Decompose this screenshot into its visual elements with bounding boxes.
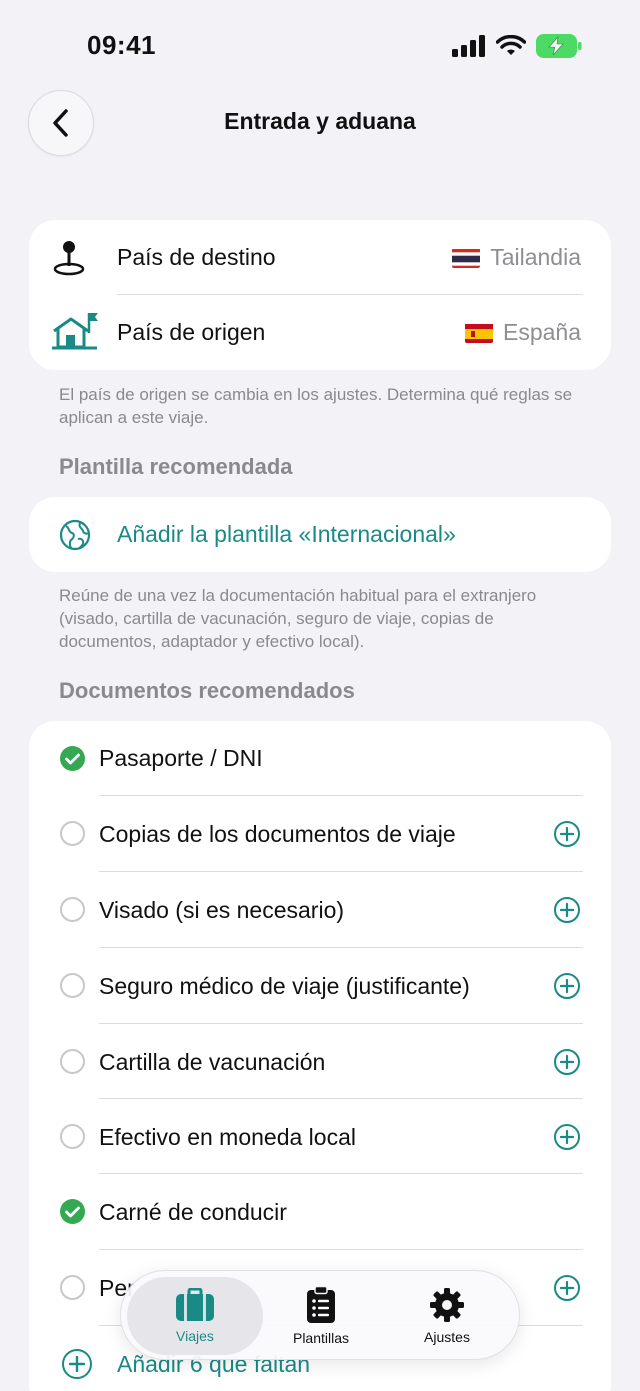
origin-label: País de origen (117, 319, 266, 345)
checkmark-icon[interactable] (60, 746, 85, 771)
documents-section-title: Documentos recomendados (59, 678, 355, 703)
document-label: Seguro médico de viaje (justificante) (99, 973, 470, 999)
tab-bar: Viajes Plantillas Ajustes (120, 1270, 520, 1360)
document-item-vaccination[interactable]: Cartilla de vacunación (29, 1024, 611, 1100)
empty-circle-icon[interactable] (60, 1275, 85, 1300)
destination-row[interactable]: País de destino Tailandia (29, 220, 611, 295)
spain-flag-icon (464, 323, 493, 343)
document-label: Copias de los documentos de viaje (99, 821, 456, 847)
status-bar: 09:41 (0, 0, 640, 96)
origin-country-name: España (502, 319, 581, 345)
document-label: Carné de conducir (99, 1199, 287, 1225)
document-item-license[interactable]: Carné de conducir (29, 1174, 611, 1250)
empty-circle-icon[interactable] (60, 1124, 85, 1149)
destination-label: País de destino (117, 244, 276, 270)
plus-circle-icon[interactable] (554, 897, 580, 923)
tab-plantillas[interactable]: Plantillas (253, 1277, 389, 1355)
plus-circle-icon[interactable] (554, 1275, 580, 1301)
checkmark-icon[interactable] (60, 1199, 85, 1224)
document-label: Efectivo en moneda local (99, 1124, 356, 1150)
template-note: Reúne de una vez la documentación habitu… (59, 586, 537, 651)
document-label: Cartilla de vacunación (99, 1049, 326, 1075)
plus-circle-icon[interactable] (554, 821, 580, 847)
add-template-label: Añadir la plantilla «Internacional» (117, 521, 456, 547)
origin-value: España (464, 319, 581, 346)
document-item-passport[interactable]: Pasaporte / DNI (29, 721, 611, 796)
empty-circle-icon[interactable] (60, 821, 85, 846)
document-item-insurance[interactable]: Seguro médico de viaje (justificante) (29, 948, 611, 1024)
template-section-title: Plantilla recomendada (59, 454, 293, 479)
suitcase-icon (176, 1288, 214, 1321)
add-template-button[interactable]: Añadir la plantilla «Internacional» (29, 497, 611, 572)
empty-circle-icon[interactable] (60, 1049, 85, 1074)
document-item-cash[interactable]: Efectivo en moneda local (29, 1099, 611, 1175)
gear-icon (430, 1288, 464, 1322)
home-flag-icon (52, 313, 98, 350)
tab-viajes[interactable]: Viajes (127, 1277, 263, 1355)
tab-label: Viajes (176, 1328, 214, 1344)
plus-circle-icon[interactable] (554, 973, 580, 999)
status-time: 09:41 (87, 30, 156, 60)
empty-circle-icon[interactable] (60, 973, 85, 998)
destination-country-name: Tailandia (490, 244, 581, 270)
origin-row: País de origen España (29, 295, 611, 370)
globe-icon (59, 519, 91, 551)
document-label: Pasaporte / DNI (99, 745, 263, 771)
battery-charging-icon (536, 34, 582, 58)
thailand-flag-icon (452, 248, 481, 268)
document-item-copies[interactable]: Copias de los documentos de viaje (29, 796, 611, 872)
tab-label: Ajustes (424, 1329, 470, 1345)
status-icons (452, 34, 582, 58)
document-label: Visado (si es necesario) (99, 897, 345, 923)
map-pin-icon (53, 241, 85, 276)
empty-circle-icon[interactable] (60, 897, 85, 922)
origin-note: El país de origen se cambia en los ajust… (59, 385, 573, 427)
tab-label: Plantillas (292, 1330, 350, 1346)
signal-icon (452, 35, 485, 57)
wifi-icon (496, 35, 526, 55)
country-card: País de destino Tailandia País de origen (29, 220, 611, 370)
tab-ajustes[interactable]: Ajustes (379, 1277, 515, 1355)
document-item-visa[interactable]: Visado (si es necesario) (29, 872, 611, 948)
plus-circle-icon[interactable] (554, 1049, 580, 1075)
destination-value: Tailandia (452, 244, 581, 271)
plus-circle-icon (62, 1349, 92, 1379)
plus-circle-icon[interactable] (554, 1124, 580, 1150)
page-title: Entrada y aduana (224, 108, 416, 134)
checklist-icon (307, 1286, 335, 1323)
